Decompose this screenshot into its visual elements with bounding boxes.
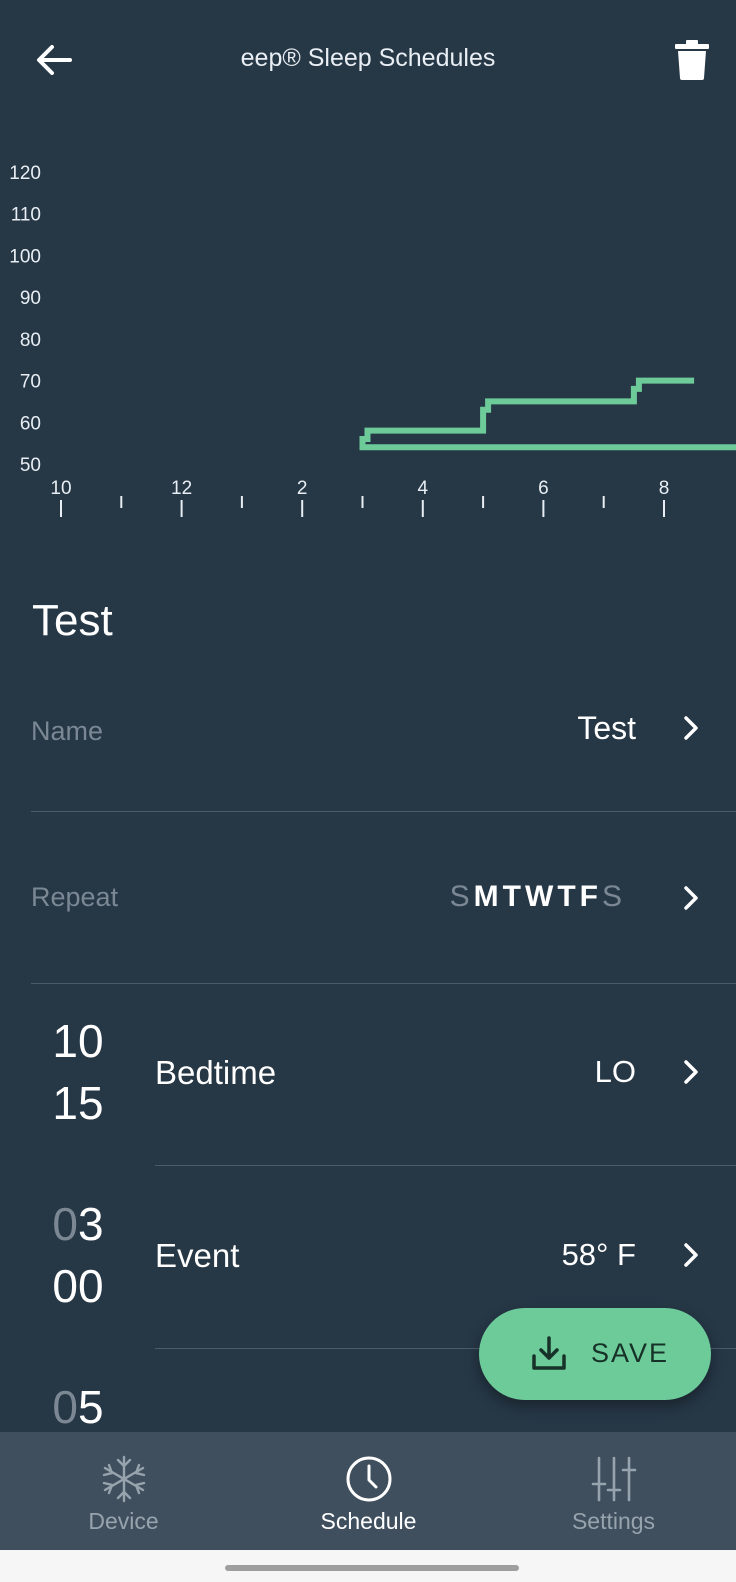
bottom-tab-bar: Device Schedule Settings: [0, 1432, 736, 1550]
event-value: 58° F: [561, 1237, 636, 1272]
sliders-icon: [591, 1456, 636, 1502]
name-value: Test: [577, 710, 636, 746]
divider: [155, 1165, 736, 1166]
clock-icon: [346, 1456, 391, 1502]
x-tick-label: 8: [659, 478, 670, 499]
day-letter: W: [525, 880, 556, 913]
day-letter: M: [473, 880, 501, 913]
name-label: Name: [31, 716, 104, 746]
y-tick-label: 120: [9, 163, 41, 184]
chevron-right-icon: [684, 1243, 698, 1267]
save-label: SAVE: [591, 1338, 670, 1368]
trash-icon: [675, 40, 709, 80]
y-tick-label: 60: [20, 413, 41, 434]
temperature-chart: 120 110 100 90 80 70 60 50 10 12 2 4 6 8: [0, 150, 736, 530]
event-row-bedtime[interactable]: 10 15 Bedtime LO: [0, 984, 736, 1166]
event-value: LO: [594, 1054, 636, 1089]
y-tick-label: 80: [20, 330, 41, 351]
tab-label: Settings: [571, 1508, 656, 1534]
day-letter: S: [601, 880, 624, 913]
repeat-label: Repeat: [31, 882, 119, 912]
event-name: Bedtime: [155, 1054, 277, 1091]
repeat-days: SMTWTFS: [448, 880, 624, 914]
event-time: 03 00: [52, 1198, 104, 1312]
tab-device[interactable]: Device: [1, 1432, 246, 1550]
delete-button[interactable]: [674, 40, 710, 80]
x-tick-label: 2: [297, 478, 308, 499]
chevron-right-icon: [684, 716, 698, 740]
event-time: 10 15: [52, 1015, 104, 1129]
x-tick-label: 12: [171, 478, 192, 499]
x-tick-label: 4: [418, 478, 429, 499]
chevron-right-icon: [684, 1060, 698, 1084]
chevron-right-icon: [684, 886, 698, 910]
repeat-row[interactable]: Repeat SMTWTFS: [31, 812, 736, 984]
system-nav-bar: [0, 1550, 736, 1582]
y-tick-label: 50: [20, 455, 41, 476]
tab-label: Device: [88, 1508, 159, 1534]
schedule-title: Test: [32, 596, 113, 645]
day-letter: F: [579, 880, 600, 913]
x-tick-label: 6: [538, 478, 549, 499]
day-letter: T: [502, 880, 523, 913]
y-tick-label: 90: [20, 288, 41, 309]
home-indicator[interactable]: [225, 1565, 519, 1571]
snowflake-icon: [102, 1455, 145, 1503]
day-letter: S: [449, 880, 472, 913]
name-row[interactable]: Name Test: [31, 680, 736, 812]
event-time: 05: [52, 1381, 104, 1432]
download-icon: [532, 1336, 566, 1370]
page-title: eep® Sleep Schedules: [240, 44, 496, 72]
app-header: eep® Sleep Schedules: [0, 0, 736, 120]
y-tick-label: 100: [9, 246, 41, 267]
tab-schedule[interactable]: Schedule: [246, 1432, 491, 1550]
save-button[interactable]: SAVE: [479, 1308, 711, 1400]
y-tick-label: 110: [11, 205, 41, 226]
day-letter: T: [557, 880, 578, 913]
temperature-series-line: [359, 377, 736, 451]
event-name: Event: [155, 1237, 240, 1274]
y-tick-label: 70: [20, 372, 41, 393]
tab-settings[interactable]: Settings: [491, 1432, 736, 1550]
x-tick-label: 10: [50, 478, 71, 499]
tab-label: Schedule: [320, 1508, 417, 1534]
